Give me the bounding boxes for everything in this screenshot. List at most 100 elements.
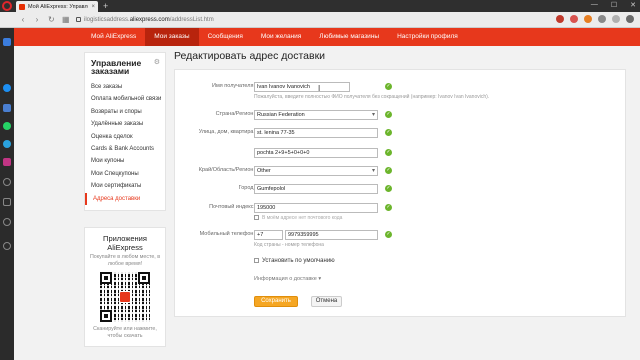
new-tab-button[interactable]: + — [103, 1, 108, 11]
url-text: ilogisticsaddress.aliexpress.com/address… — [84, 16, 214, 23]
speed-dial-icon[interactable]: ▦ — [62, 15, 70, 24]
street-label: Улица, дом, квартира: — [198, 129, 255, 135]
extension-icon[interactable] — [570, 15, 578, 23]
forward-icon[interactable]: › — [34, 15, 40, 24]
gear-icon[interactable]: ⚙ — [154, 59, 160, 67]
whatsapp-icon[interactable] — [3, 122, 11, 130]
app-promo-subtitle: Покупайте в любом месте, в любое время! — [89, 253, 161, 267]
phone-hint: Код страны - номер телефона — [254, 242, 324, 248]
recipient-input[interactable]: Ivan Ivanov Ivanovich — [254, 82, 350, 92]
messenger-icon[interactable] — [3, 84, 11, 92]
extension-icon[interactable] — [556, 15, 564, 23]
menu-item-coupons[interactable]: Мои купоны — [91, 155, 160, 167]
address-form: Имя получателя: Ivan Ivanov Ivanovich ✓ … — [174, 69, 626, 317]
download-icon[interactable] — [612, 15, 620, 23]
phone-code-input[interactable]: +7 — [254, 230, 283, 240]
aliexpress-favicon-icon — [19, 3, 25, 10]
maximize-button[interactable]: ☐ — [611, 1, 617, 9]
history-icon[interactable] — [3, 218, 11, 226]
street2-row: pochta 2+9+5+0+0+0 ✓ — [175, 148, 627, 158]
reload-icon[interactable]: ↻ — [48, 15, 55, 24]
menu-item-returns[interactable]: Возвраты и споры — [91, 106, 160, 118]
snapshot-icon[interactable] — [3, 198, 11, 206]
phone-number-input[interactable]: 9979359995 — [285, 230, 378, 240]
city-input[interactable]: Gumfepolol — [254, 184, 378, 194]
region-label: Край/Область/Регион: — [198, 167, 255, 173]
vk-icon[interactable] — [3, 104, 11, 112]
menu-item-mobile-payment[interactable]: Оплата мобильной связи — [91, 93, 161, 105]
menu-item-deleted-orders[interactable]: Удалённые заказы — [91, 118, 160, 130]
account-icon[interactable] — [626, 15, 634, 23]
menu-title: Управление заказами ⚙ — [91, 58, 160, 76]
heart-icon[interactable] — [598, 15, 606, 23]
tab-title: Мой AliExpress: Управле... — [28, 3, 88, 10]
extension-icon[interactable] — [584, 15, 592, 23]
street2-input[interactable]: pochta 2+9+5+0+0+0 — [254, 148, 378, 158]
country-row: Страна/Регион: Russian Federation ✓ — [175, 110, 627, 120]
top-navigation: Мой AliExpress Мои заказы Сообщения Мои … — [14, 28, 640, 46]
country-label: Страна/Регион: — [215, 111, 255, 117]
check-icon: ✓ — [385, 111, 392, 118]
checkbox-icon — [254, 258, 259, 263]
zip-label: Почтовый индекс: — [209, 204, 255, 210]
text-cursor-icon: I — [318, 84, 321, 93]
check-icon: ✓ — [385, 185, 392, 192]
shipping-info-toggle[interactable]: Информация о доставке ▾ — [254, 276, 321, 282]
recipient-row: Имя получателя: Ivan Ivanov Ivanovich ✓ — [175, 82, 627, 92]
city-label: Город: — [238, 185, 255, 191]
menu-item-special-coupons[interactable]: Мои Спецкупоны — [91, 168, 160, 180]
nav-messages[interactable]: Сообщения — [199, 28, 252, 46]
window-controls: — ☐ ✕ — [591, 1, 636, 9]
flow-icon[interactable] — [3, 178, 11, 186]
region-select[interactable]: Other — [254, 166, 378, 176]
menu-item-certificates[interactable]: Мои сертификаты — [91, 180, 160, 192]
speed-dial-sidebar-icon[interactable] — [3, 38, 11, 46]
check-icon: ✓ — [385, 129, 392, 136]
nav-my-aliexpress[interactable]: Мой AliExpress — [82, 28, 145, 46]
phone-row: Мобильный телефон: +7 9979359995 ✓ — [175, 230, 627, 240]
tab-close-icon[interactable]: × — [91, 4, 95, 10]
country-select[interactable]: Russian Federation — [254, 110, 378, 120]
close-window-button[interactable]: ✕ — [630, 1, 636, 9]
telegram-icon[interactable] — [3, 140, 11, 148]
app-promo: Приложения AliExpress Покупайте в любом … — [84, 226, 166, 347]
recipient-label: Имя получателя: — [212, 83, 255, 89]
zip-row: Почтовый индекс: 195000 ✓ — [175, 203, 627, 213]
set-default-checkbox[interactable]: Установить по умолчанию — [254, 258, 335, 264]
main-content: Редактировать адрес доставки Имя получат… — [174, 50, 626, 317]
app-promo-title: Приложения AliExpress — [103, 233, 147, 252]
check-icon: ✓ — [385, 204, 392, 211]
zip-input[interactable]: 195000 — [254, 203, 378, 213]
street-row: Улица, дом, квартира: st. lenina 77-35 ✓ — [175, 128, 627, 138]
menu-item-feedback[interactable]: Оценка сделок — [91, 131, 160, 143]
lock-icon — [76, 17, 81, 22]
nav-favorite-stores[interactable]: Любимые магазины — [310, 28, 388, 46]
cancel-button[interactable]: Отмена — [311, 296, 342, 307]
street-input[interactable]: st. lenina 77-35 — [254, 128, 378, 138]
nav-wishlist[interactable]: Мои желания — [252, 28, 310, 46]
settings-icon[interactable] — [3, 242, 11, 250]
back-icon[interactable]: ‹ — [20, 15, 26, 24]
browser-sidebar — [0, 28, 14, 360]
menu-item-cards[interactable]: Cards & Bank Accounts — [91, 143, 160, 155]
minimize-button[interactable]: — — [591, 1, 598, 9]
browser-tab[interactable]: Мой AliExpress: Управле... × — [16, 1, 98, 12]
checkbox-icon — [254, 215, 259, 221]
opera-menu-icon[interactable] — [2, 1, 12, 11]
left-column: Управление заказами ⚙ Все заказы Оплата … — [84, 52, 166, 347]
no-zip-checkbox[interactable]: В моём адресе нет почтового кода — [254, 215, 342, 221]
qr-code[interactable] — [100, 271, 150, 322]
url-field[interactable]: ilogisticsaddress.aliexpress.com/address… — [76, 14, 316, 25]
nav-profile-settings[interactable]: Настройки профиля — [388, 28, 467, 46]
page: Мой AliExpress Мои заказы Сообщения Мои … — [14, 28, 640, 360]
city-row: Город: Gumfepolol ✓ — [175, 184, 627, 194]
menu-item-shipping-addresses[interactable]: Адреса доставки — [85, 192, 160, 205]
save-button[interactable]: Сохранить — [254, 296, 298, 307]
menu-item-all-orders[interactable]: Все заказы — [91, 81, 160, 93]
phone-label: Мобильный телефон: — [199, 231, 255, 237]
check-icon: ✓ — [385, 149, 392, 156]
nav-my-orders[interactable]: Мои заказы — [145, 28, 199, 46]
instagram-icon[interactable] — [3, 158, 11, 166]
aliexpress-logo-icon — [119, 290, 131, 303]
address-bar: ‹ › ↻ ▦ ilogisticsaddress.aliexpress.com… — [0, 12, 640, 28]
